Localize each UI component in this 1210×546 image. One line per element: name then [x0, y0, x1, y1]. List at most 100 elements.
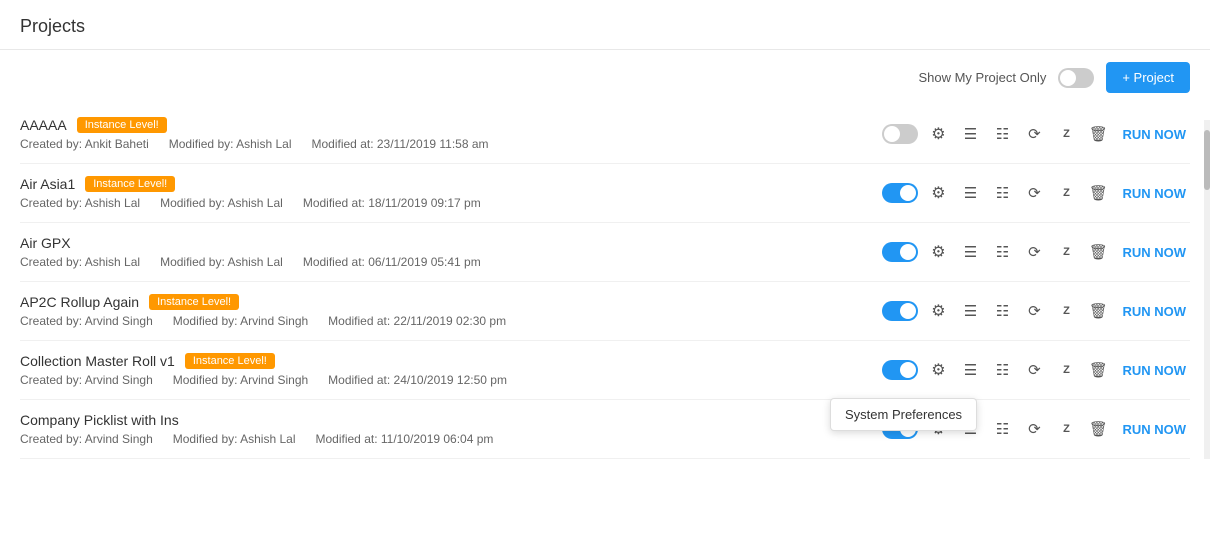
settings-icon[interactable]: ⚙ [926, 358, 950, 382]
zendesk-icon[interactable]: Z [1054, 358, 1078, 382]
project-meta: Created by: Ankit Baheti Modified by: As… [20, 137, 872, 151]
show-my-toggle[interactable] [1058, 68, 1094, 88]
project-name-row: Collection Master Roll v1 Instance Level… [20, 353, 872, 369]
page-header: Projects [0, 0, 1210, 50]
project-toggle[interactable] [882, 183, 918, 203]
table-row: AP2C Rollup Again Instance Level! Create… [20, 282, 1190, 341]
project-actions: ⚙ ☰ ☷ ⟳ Z 🗑 RUN NOW [882, 299, 1190, 323]
run-now-button[interactable]: RUN NOW [1118, 245, 1190, 260]
project-actions: ⚙ ☰ ☷ ⟳ Z 🗑 RUN NOW [882, 240, 1190, 264]
created-by: Created by: Arvind Singh [20, 432, 153, 446]
project-meta: Created by: Arvind Singh Modified by: Ar… [20, 314, 872, 328]
grid-icon[interactable]: ☷ [990, 122, 1014, 146]
history-icon[interactable]: ⟳ [1022, 122, 1046, 146]
project-info: AP2C Rollup Again Instance Level! Create… [20, 294, 872, 328]
delete-icon[interactable]: 🗑 [1086, 299, 1110, 323]
delete-icon[interactable]: 🗑 [1086, 181, 1110, 205]
add-project-button[interactable]: + Project [1106, 62, 1190, 93]
project-info: Air GPX Created by: Ashish Lal Modified … [20, 235, 872, 269]
modified-by: Modified by: Ashish Lal [169, 137, 292, 151]
list-icon[interactable]: ☰ [958, 240, 982, 264]
tooltip: System Preferences [830, 398, 977, 431]
history-icon[interactable]: ⟳ [1022, 299, 1046, 323]
history-icon[interactable]: ⟳ [1022, 417, 1046, 441]
projects-list: AAAAA Instance Level! Created by: Ankit … [0, 105, 1210, 459]
modified-by: Modified by: Arvind Singh [173, 314, 308, 328]
zendesk-icon[interactable]: Z [1054, 417, 1078, 441]
table-row: Company Picklist with Ins Created by: Ar… [20, 400, 1190, 459]
modified-by: Modified by: Arvind Singh [173, 373, 308, 387]
project-name-row: AAAAA Instance Level! [20, 117, 872, 133]
zendesk-icon[interactable]: Z [1054, 122, 1078, 146]
main-container: Projects Show My Project Only + Project … [0, 0, 1210, 459]
grid-icon[interactable]: ☷ [990, 181, 1014, 205]
project-toggle[interactable] [882, 242, 918, 262]
grid-icon[interactable]: ☷ [990, 240, 1014, 264]
grid-icon[interactable]: ☷ [990, 299, 1014, 323]
list-icon[interactable]: ☰ [958, 122, 982, 146]
scrollbar-track [1204, 120, 1210, 459]
project-meta: Created by: Ashish Lal Modified by: Ashi… [20, 255, 872, 269]
project-name-row: Company Picklist with Ins [20, 412, 872, 428]
delete-icon[interactable]: 🗑 [1086, 122, 1110, 146]
delete-icon[interactable]: 🗑 [1086, 417, 1110, 441]
modified-at: Modified at: 24/10/2019 12:50 pm [328, 373, 507, 387]
zendesk-icon[interactable]: Z [1054, 181, 1078, 205]
project-meta: Created by: Arvind Singh Modified by: As… [20, 432, 872, 446]
created-by: Created by: Ankit Baheti [20, 137, 149, 151]
table-row: Air GPX Created by: Ashish Lal Modified … [20, 223, 1190, 282]
grid-icon[interactable]: ☷ [990, 358, 1014, 382]
project-actions: ⚙ ☰ ☷ ⟳ Z 🗑 RUN NOW [882, 122, 1190, 146]
project-info: Air Asia1 Instance Level! Created by: As… [20, 176, 872, 210]
instance-badge: Instance Level! [185, 353, 275, 369]
project-name: Company Picklist with Ins [20, 412, 179, 428]
list-icon[interactable]: ☰ [958, 299, 982, 323]
run-now-button[interactable]: RUN NOW [1118, 186, 1190, 201]
instance-badge: Instance Level! [77, 117, 167, 133]
settings-icon[interactable]: ⚙ [926, 122, 950, 146]
table-row: Collection Master Roll v1 Instance Level… [20, 341, 1190, 400]
modified-at: Modified at: 11/10/2019 06:04 pm [316, 432, 494, 446]
project-name-row: AP2C Rollup Again Instance Level! [20, 294, 872, 310]
list-icon[interactable]: ☰ [958, 358, 982, 382]
settings-icon[interactable]: ⚙ [926, 299, 950, 323]
project-toggle[interactable] [882, 301, 918, 321]
toolbar: Show My Project Only + Project [0, 50, 1210, 105]
project-actions: ⚙ ☰ ☷ ⟳ Z 🗑 RUN NOW [882, 181, 1190, 205]
delete-icon[interactable]: 🗑 [1086, 358, 1110, 382]
created-by: Created by: Arvind Singh [20, 314, 153, 328]
run-now-button[interactable]: RUN NOW [1118, 363, 1190, 378]
project-info: Collection Master Roll v1 Instance Level… [20, 353, 872, 387]
run-now-button[interactable]: RUN NOW [1118, 304, 1190, 319]
run-now-button[interactable]: RUN NOW [1118, 422, 1190, 437]
project-name: Air GPX [20, 235, 71, 251]
delete-icon[interactable]: 🗑 [1086, 240, 1110, 264]
project-name: AAAAA [20, 117, 67, 133]
modified-at: Modified at: 06/11/2019 05:41 pm [303, 255, 481, 269]
project-toggle[interactable] [882, 124, 918, 144]
history-icon[interactable]: ⟳ [1022, 358, 1046, 382]
history-icon[interactable]: ⟳ [1022, 240, 1046, 264]
list-icon[interactable]: ☰ [958, 181, 982, 205]
table-row: AAAAA Instance Level! Created by: Ankit … [20, 105, 1190, 164]
settings-icon[interactable]: ⚙ [926, 181, 950, 205]
created-by: Created by: Arvind Singh [20, 373, 153, 387]
scrollbar-thumb[interactable] [1204, 130, 1210, 190]
modified-by: Modified by: Ashish Lal [160, 196, 283, 210]
table-row: Air Asia1 Instance Level! Created by: As… [20, 164, 1190, 223]
run-now-button[interactable]: RUN NOW [1118, 127, 1190, 142]
history-icon[interactable]: ⟳ [1022, 181, 1046, 205]
project-info: AAAAA Instance Level! Created by: Ankit … [20, 117, 872, 151]
grid-icon[interactable]: ☷ [990, 417, 1014, 441]
zendesk-icon[interactable]: Z [1054, 299, 1078, 323]
project-toggle[interactable] [882, 360, 918, 380]
modified-by: Modified by: Ashish Lal [160, 255, 283, 269]
zendesk-icon[interactable]: Z [1054, 240, 1078, 264]
page-title: Projects [20, 16, 85, 36]
settings-icon[interactable]: ⚙ [926, 240, 950, 264]
created-by: Created by: Ashish Lal [20, 196, 140, 210]
project-name: AP2C Rollup Again [20, 294, 139, 310]
project-name: Collection Master Roll v1 [20, 353, 175, 369]
project-meta: Created by: Ashish Lal Modified by: Ashi… [20, 196, 872, 210]
modified-at: Modified at: 22/11/2019 02:30 pm [328, 314, 506, 328]
